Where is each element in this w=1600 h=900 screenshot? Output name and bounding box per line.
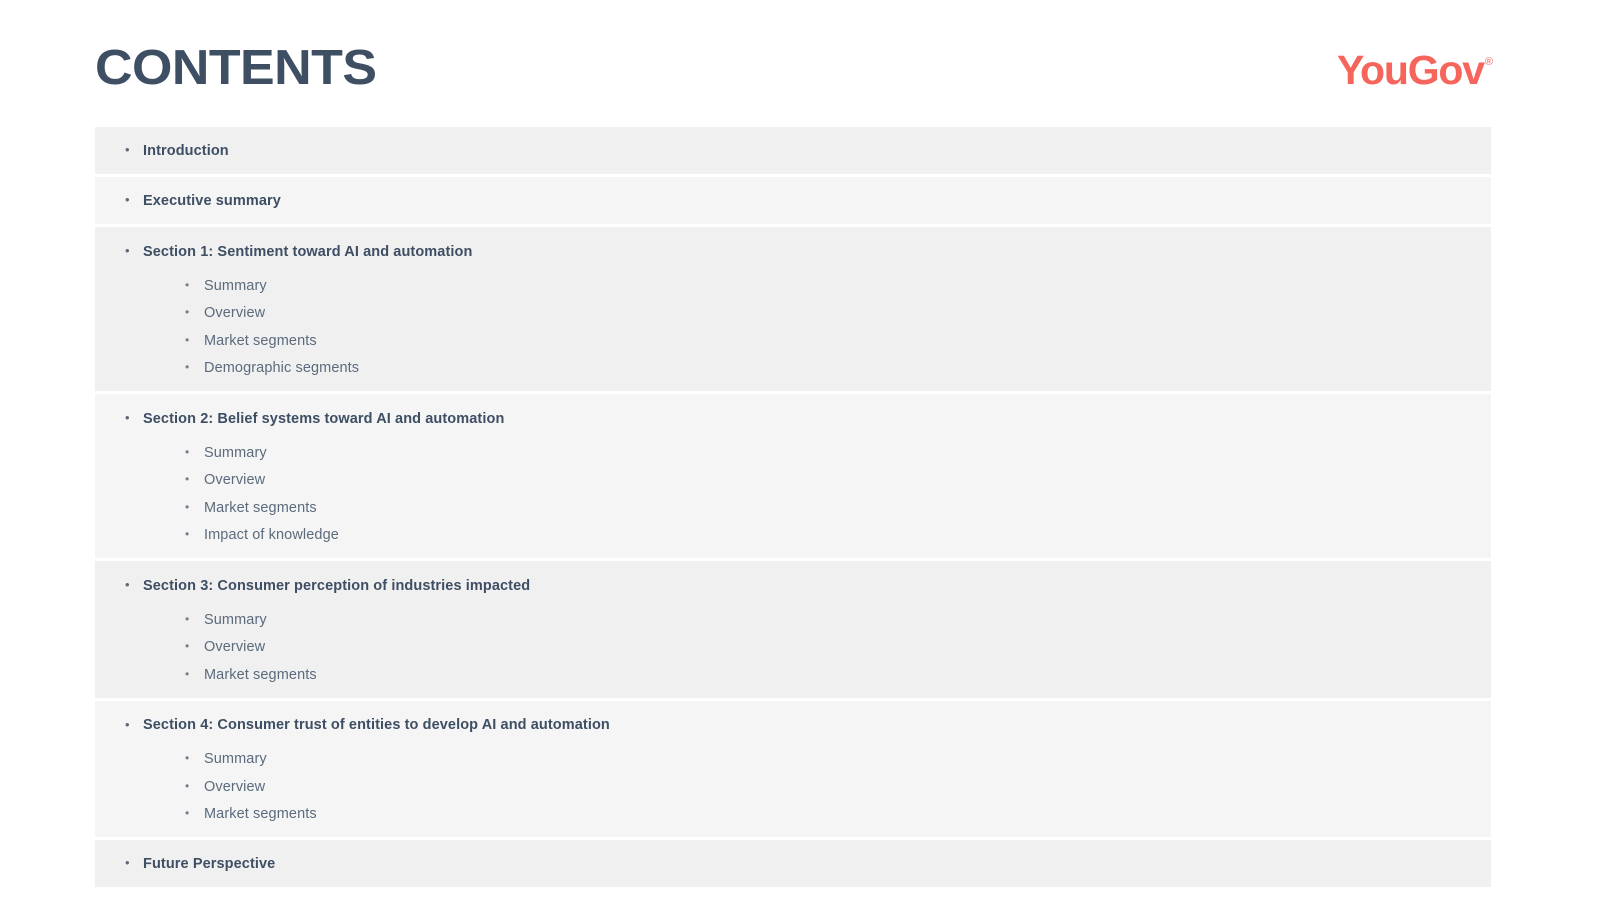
- contents-section: • Section 1: Sentiment toward AI and auto…: [95, 227, 1491, 391]
- contents-subitem-label: Summary: [204, 277, 267, 294]
- registered-mark-icon: ®: [1484, 56, 1493, 69]
- contents-subitem[interactable]: • Summary: [95, 272, 1491, 300]
- contents-item[interactable]: • Future Perspective: [95, 840, 1491, 887]
- page-title: CONTENTS: [95, 41, 377, 95]
- contents-subitem[interactable]: • Summary: [95, 606, 1491, 634]
- bullet-icon: •: [125, 577, 130, 592]
- contents-item-label: Future Perspective: [143, 855, 276, 872]
- contents-subitem[interactable]: • Impact of knowledge: [95, 522, 1491, 550]
- contents-subitem-label: Overview: [204, 778, 266, 795]
- contents-subitem-label: Summary: [204, 611, 267, 628]
- yougov-logo: YouGov®: [1336, 47, 1493, 93]
- bullet-icon: •: [125, 410, 130, 425]
- contents-subitem-list: • Summary • Overview • Market segments: [95, 746, 1491, 838]
- contents-subitem[interactable]: • Summary: [95, 746, 1491, 774]
- contents-subitem-label: Market segments: [204, 806, 317, 823]
- table-of-contents: • Introduction • Executive summary • Section …: [95, 127, 1491, 890]
- contents-subitem-label: Market segments: [204, 499, 317, 516]
- contents-subitem-label: Overview: [204, 639, 266, 656]
- contents-subitem-label: Summary: [204, 444, 267, 461]
- contents-item[interactable]: • Section 2: Belief systems toward AI and…: [95, 394, 1491, 439]
- contents-subitem[interactable]: • Market segments: [95, 801, 1491, 829]
- contents-subitem-list: • Summary • Overview • Market segments • Demogr…: [95, 272, 1491, 391]
- bullet-icon: •: [185, 444, 190, 459]
- slide-header: CONTENTS YouGov®: [0, 0, 1600, 124]
- contents-subitem[interactable]: • Demographic segments: [95, 355, 1491, 383]
- bullet-icon: •: [185, 527, 190, 542]
- contents-item[interactable]: • Section 4: Consumer trust of entities t…: [95, 701, 1491, 746]
- contents-subitem-label: Overview: [204, 305, 266, 322]
- contents-subitem[interactable]: • Overview: [95, 634, 1491, 662]
- contents-subitem-label: Market segments: [204, 666, 317, 683]
- contents-section: • Introduction: [95, 127, 1491, 174]
- bullet-icon: •: [125, 716, 130, 732]
- contents-item[interactable]: • Section 3: Consumer perception of indus…: [95, 561, 1491, 606]
- bullet-icon: •: [185, 360, 190, 375]
- contents-subitem[interactable]: • Market segments: [95, 661, 1491, 689]
- contents-item-label: Introduction: [143, 142, 229, 159]
- bullet-icon: •: [185, 639, 190, 654]
- contents-item-label: Section 2: Belief systems toward AI and …: [143, 410, 505, 427]
- contents-item[interactable]: • Introduction: [95, 127, 1491, 174]
- contents-item[interactable]: • Executive summary: [95, 177, 1491, 224]
- contents-section: • Section 2: Belief systems toward AI and…: [95, 394, 1491, 558]
- contents-subitem[interactable]: • Overview: [95, 467, 1491, 495]
- contents-item-label: Section 4: Consumer trust of entities to…: [143, 717, 610, 733]
- contents-subitem-label: Summary: [204, 751, 267, 768]
- bullet-icon: •: [185, 611, 190, 626]
- contents-subitem-label: Demographic segments: [204, 360, 360, 377]
- contents-section: • Section 3: Consumer perception of indus…: [95, 561, 1491, 698]
- bullet-icon: •: [185, 277, 190, 292]
- bullet-icon: •: [185, 666, 190, 681]
- bullet-icon: •: [185, 305, 190, 320]
- contents-subitem-label: Market segments: [204, 332, 317, 349]
- contents-section: • Future Perspective: [95, 840, 1491, 887]
- contents-subitem[interactable]: • Market segments: [95, 327, 1491, 355]
- contents-section: • Executive summary: [95, 177, 1491, 224]
- bullet-icon: •: [125, 855, 130, 870]
- contents-item[interactable]: • Section 1: Sentiment toward AI and auto…: [95, 227, 1491, 272]
- contents-section: • Section 4: Consumer trust of entities t…: [95, 700, 1491, 838]
- bullet-icon: •: [185, 751, 190, 766]
- contents-item-label: Executive summary: [143, 192, 281, 209]
- contents-subitem[interactable]: • Summary: [95, 439, 1491, 467]
- contents-subitem-list: • Summary • Overview • Market segments • Impact…: [95, 439, 1491, 558]
- bullet-icon: •: [185, 778, 190, 793]
- contents-subitem-label: Overview: [204, 472, 266, 489]
- bullet-icon: •: [185, 472, 190, 487]
- bullet-icon: •: [125, 192, 130, 207]
- contents-item-label: Section 3: Consumer perception of indust…: [143, 577, 531, 594]
- yougov-logo-text: YouGov: [1336, 47, 1485, 93]
- contents-subitem[interactable]: • Market segments: [95, 494, 1491, 522]
- bullet-icon: •: [125, 142, 130, 157]
- contents-subitem-label: Impact of knowledge: [204, 527, 339, 544]
- contents-subitem[interactable]: • Overview: [95, 773, 1491, 801]
- bullet-icon: •: [185, 499, 190, 514]
- contents-item-label: Section 1: Sentiment toward AI and autom…: [143, 243, 473, 260]
- bullet-icon: •: [185, 806, 190, 821]
- contents-subitem-list: • Summary • Overview • Market segments: [95, 606, 1491, 698]
- bullet-icon: •: [125, 243, 130, 258]
- contents-subitem[interactable]: • Overview: [95, 300, 1491, 328]
- bullet-icon: •: [185, 332, 190, 347]
